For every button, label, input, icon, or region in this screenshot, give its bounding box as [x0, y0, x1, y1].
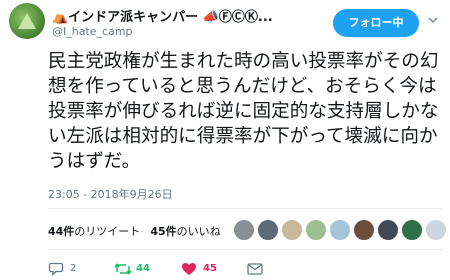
- heart-icon: [182, 263, 196, 275]
- user-handle[interactable]: @I_hate_camp: [52, 25, 133, 38]
- liker-avatar[interactable]: [257, 219, 279, 241]
- liker-avatar[interactable]: [425, 219, 447, 241]
- liker-avatar[interactable]: [329, 219, 351, 241]
- like-count: 45: [203, 263, 217, 274]
- envelope-icon: [247, 263, 263, 275]
- reply-count: 2: [70, 263, 77, 274]
- divider: [48, 249, 442, 250]
- like-stat[interactable]: 45件のいいね: [150, 225, 220, 238]
- liker-avatar[interactable]: [377, 219, 399, 241]
- user-display-name[interactable]: ⛺インドア派キャンパー 📣ⒻⒸⓀ...: [52, 6, 273, 25]
- liker-avatar[interactable]: [353, 219, 375, 241]
- retweet-icon: [114, 263, 132, 275]
- retweet-stat[interactable]: 44件のリツイート: [48, 225, 140, 238]
- tweet-text: 民主党政権が生まれた時の高い投票率がその幻想を作っていると思うんだけど、おそらく…: [48, 51, 439, 172]
- reply-icon: [48, 262, 64, 276]
- tweet-timestamp[interactable]: 23:05 - 2018年9月26日: [48, 186, 173, 202]
- divider: [48, 208, 442, 209]
- retweet-count: 44: [136, 263, 150, 274]
- tent-icon: [18, 13, 36, 29]
- liker-avatar[interactable]: [281, 219, 303, 241]
- like-stat-count: 45件: [150, 225, 177, 238]
- user-avatar[interactable]: [9, 3, 45, 39]
- retweet-stat-label: のリツイート: [74, 225, 141, 238]
- engagement-stats: 44件のリツイート 45件のいいね: [48, 223, 221, 239]
- like-stat-label: のいいね: [176, 225, 221, 238]
- following-button[interactable]: フォロー中: [333, 9, 419, 37]
- liker-avatar[interactable]: [305, 219, 327, 241]
- liker-avatar[interactable]: [401, 219, 423, 241]
- chevron-down-icon[interactable]: [427, 11, 439, 24]
- retweet-stat-count: 44件: [48, 225, 75, 238]
- liker-avatar[interactable]: [233, 219, 255, 241]
